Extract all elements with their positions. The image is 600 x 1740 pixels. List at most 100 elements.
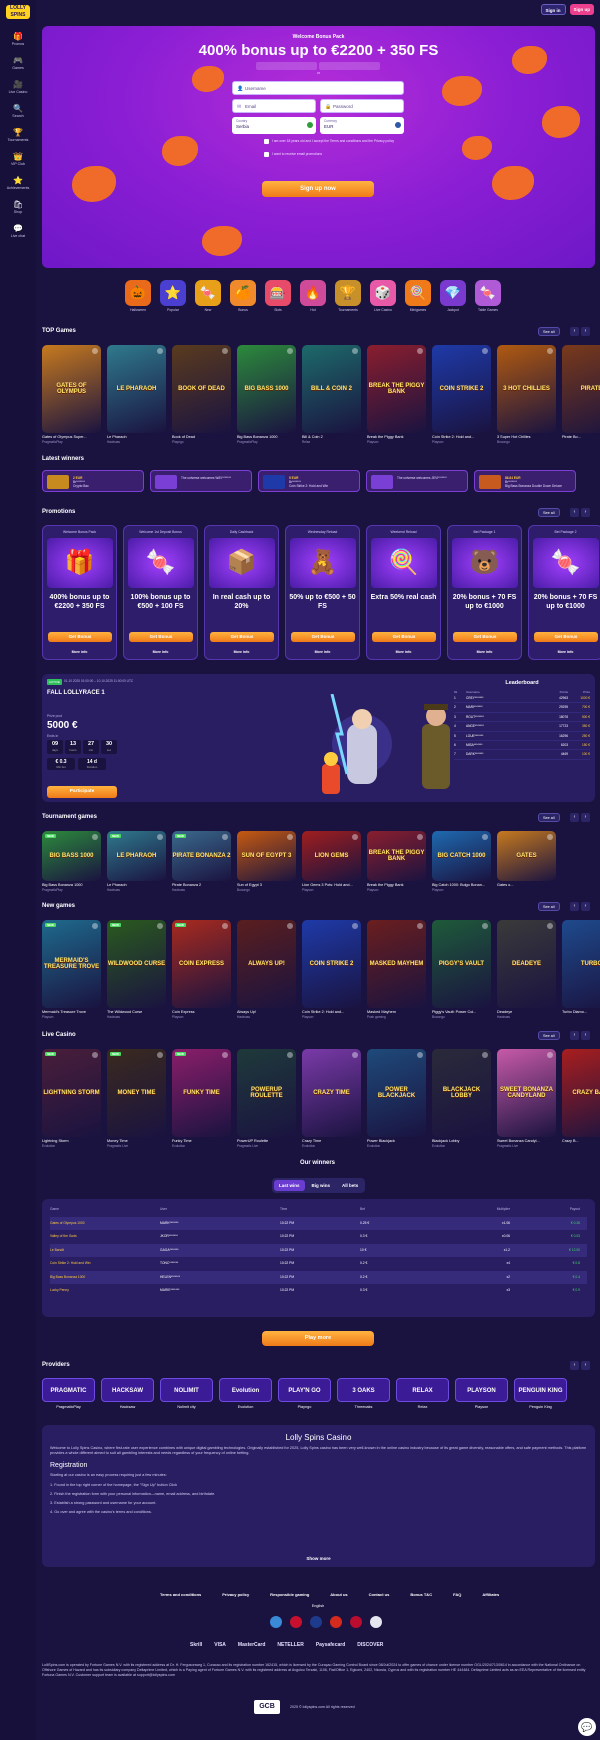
game-thumbnail[interactable]: LIGHTNING STORM NEW: [42, 1049, 101, 1137]
footer-link[interactable]: Privacy policy: [222, 1592, 249, 1597]
favorite-icon[interactable]: [547, 348, 553, 354]
language-selector[interactable]: English: [0, 1604, 600, 1608]
game-card[interactable]: MONEY TIME NEW Money Time Pragmatic Live: [107, 1049, 166, 1148]
country-select[interactable]: Country Serbia: [232, 117, 316, 134]
provider-card[interactable]: PLAYSON Playson: [455, 1378, 508, 1409]
game-thumbnail[interactable]: COIN EXPRESS NEW: [172, 920, 231, 1008]
favorite-icon[interactable]: [222, 1052, 228, 1058]
signin-button[interactable]: Sign in: [540, 4, 566, 15]
favorite-icon[interactable]: [157, 348, 163, 354]
game-thumbnail[interactable]: CRAZY BALL: [562, 1049, 600, 1137]
email-field[interactable]: ✉ Email: [232, 99, 316, 113]
favorite-icon[interactable]: [287, 923, 293, 929]
brand-logo[interactable]: LOLLY SPINS: [6, 5, 30, 19]
table-row[interactable]: Lucky Penny MARIE******* 10:22 PM 0.3 € x3 € …: [50, 1284, 587, 1298]
provider-card[interactable]: PLAY'N GO Playngo: [278, 1378, 331, 1409]
game-card[interactable]: COIN STRIKE 2 Coin Strike 2: Hold and... P…: [432, 345, 491, 444]
game-card[interactable]: BIG BASS 1000 NEW Big Bass Bonanza 1000 Pra…: [42, 831, 101, 892]
category-tournaments[interactable]: 🏆 Tournaments: [334, 280, 362, 312]
favorite-icon[interactable]: [352, 834, 358, 840]
footer-link[interactable]: Bonus T&C: [410, 1592, 432, 1597]
sidebar-item-promos[interactable]: 🎁 Promos: [0, 32, 36, 46]
game-card[interactable]: 3 HOT CHILLIES 3 Super Hot Chillies Booong…: [497, 345, 556, 444]
game-card[interactable]: POWER BLACKJACK Power Blackjack Evolution: [367, 1049, 426, 1148]
provider-card[interactable]: Evolution Evolution: [219, 1378, 272, 1409]
tab-big-wins[interactable]: Big wins: [307, 1180, 336, 1191]
game-thumbnail[interactable]: GATES OF OLYMPUS: [42, 345, 101, 433]
favorite-icon[interactable]: [157, 1052, 163, 1058]
game-thumbnail[interactable]: BIG BASS 1000 NEW: [42, 831, 101, 881]
footer-link[interactable]: Affiliates: [482, 1592, 499, 1597]
globe-icon[interactable]: [270, 1616, 282, 1628]
winner-item[interactable]: 5 EUR Br******* Coin Strike 2: Hold and Wi…: [258, 470, 360, 492]
terms-checkbox-row[interactable]: I am over 18 years old and I accept the …: [264, 139, 422, 144]
game-thumbnail[interactable]: PIRATE BONANZA 2 NEW: [172, 831, 231, 881]
footer-link[interactable]: About us: [330, 1592, 347, 1597]
terms-checkbox[interactable]: [264, 139, 269, 144]
next-arrow-icon[interactable]: ›: [581, 327, 590, 336]
game-thumbnail[interactable]: MONEY TIME NEW: [107, 1049, 166, 1137]
sidebar-item-vip-club[interactable]: 👑 VIP Club: [0, 152, 36, 166]
game-card[interactable]: TURBO Turbo Diamo...: [562, 920, 600, 1019]
tournament-games-see-all[interactable]: See all: [538, 813, 560, 822]
footer-link[interactable]: Terms and conditions: [160, 1592, 201, 1597]
game-card[interactable]: WILDWOOD CURSE NEW The Wildwood Curse Hacks…: [107, 920, 166, 1019]
game-thumbnail[interactable]: BIG CATCH 1000: [432, 831, 491, 881]
provider-card[interactable]: RELAX Relax: [396, 1378, 449, 1409]
favorite-icon[interactable]: [547, 1052, 553, 1058]
favorite-icon[interactable]: [222, 834, 228, 840]
favorite-icon[interactable]: [547, 834, 553, 840]
next-arrow-icon[interactable]: ›: [581, 813, 590, 822]
game-thumbnail[interactable]: GATES: [497, 831, 556, 881]
currency-select[interactable]: Currency EUR: [320, 117, 404, 134]
table-row[interactable]: Gates of Olympus 1000 MARK******* 10:22 PM…: [50, 1216, 587, 1230]
game-thumbnail[interactable]: POWER BLACKJACK: [367, 1049, 426, 1137]
game-card[interactable]: BLACKJACK LOBBY Blackjack Lobby Evolution: [432, 1049, 491, 1148]
prev-arrow-icon[interactable]: ‹: [570, 1361, 579, 1370]
next-arrow-icon[interactable]: ›: [581, 902, 590, 911]
category-minigames[interactable]: 🍭 Minigames: [404, 280, 432, 312]
game-thumbnail[interactable]: PIGGY'S VAULT: [432, 920, 491, 1008]
get-bonus-button[interactable]: Get Bonus: [129, 632, 193, 642]
username-field[interactable]: 👤 Username: [232, 81, 404, 95]
favorite-icon[interactable]: [417, 834, 423, 840]
game-thumbnail[interactable]: COIN STRIKE 2: [302, 920, 361, 1008]
game-card[interactable]: FUNKY TIME NEW Funky Time Evolution: [172, 1049, 231, 1148]
get-bonus-button[interactable]: Get Bonus: [534, 632, 598, 642]
favorite-icon[interactable]: [352, 923, 358, 929]
promo-checkbox[interactable]: [264, 152, 269, 157]
table-row[interactable]: Big Bass Bonanza 1000 HELEN******* 10:22 P…: [50, 1270, 587, 1284]
game-card[interactable]: GATES Gates o...: [497, 831, 556, 892]
game-thumbnail[interactable]: BIG BASS 1000: [237, 345, 296, 433]
category-popular[interactable]: ⭐ Popular: [159, 280, 187, 312]
provider-card[interactable]: HACKSAW Hacksaw: [101, 1378, 154, 1409]
provider-card[interactable]: NOLIMIT Nolimit city: [160, 1378, 213, 1409]
game-card[interactable]: BILL & COIN 2 Bill & Coin 2 Relax: [302, 345, 361, 444]
google-login-button[interactable]: [256, 62, 317, 70]
winner-item[interactable]: 86.84 EUR Br******* Big Bass Bonanza Doubl…: [474, 470, 576, 492]
participate-button[interactable]: Participate: [47, 786, 117, 798]
favorite-icon[interactable]: [482, 834, 488, 840]
game-card[interactable]: MERMAID'S TREASURE TROVE NEW Mermaid's Tre…: [42, 920, 101, 1019]
game-card[interactable]: ALWAYS UP! Always Up! Hacksaw: [237, 920, 296, 1019]
favorite-icon[interactable]: [482, 348, 488, 354]
sidebar-item-games[interactable]: 🎮 Games: [0, 56, 36, 70]
prev-arrow-icon[interactable]: ‹: [570, 1031, 579, 1040]
category-halloween[interactable]: 🎃 Halloween: [124, 280, 152, 312]
game-card[interactable]: BOOK OF DEAD Book of Dead Playngo: [172, 345, 231, 444]
game-card[interactable]: LIGHTNING STORM NEW Lightning Storm Evoluti…: [42, 1049, 101, 1148]
favorite-icon[interactable]: [157, 923, 163, 929]
provider-card[interactable]: PRAGMATIC PragmaticPlay: [42, 1378, 95, 1409]
prev-arrow-icon[interactable]: ‹: [570, 813, 579, 822]
provider-card[interactable]: PENGUIN KING Penguin King: [514, 1378, 567, 1409]
game-thumbnail[interactable]: TURBO: [562, 920, 600, 1008]
game-card[interactable]: GATES OF OLYMPUS Gates of Olympus Super..…: [42, 345, 101, 444]
flag-finland-icon[interactable]: [370, 1616, 382, 1628]
favorite-icon[interactable]: [547, 923, 553, 929]
telegram-login-button[interactable]: [319, 62, 380, 70]
more-info-link[interactable]: More info: [205, 650, 278, 654]
game-card[interactable]: COIN EXPRESS NEW Coin Express Playson: [172, 920, 231, 1019]
game-card[interactable]: LE PHARAOH NEW Le Pharaoh Hacksaw: [107, 831, 166, 892]
next-arrow-icon[interactable]: ›: [581, 1361, 590, 1370]
get-bonus-button[interactable]: Get Bonus: [48, 632, 112, 642]
